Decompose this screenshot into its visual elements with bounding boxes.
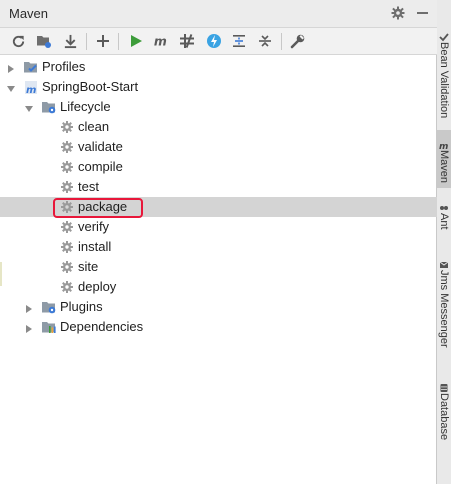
goal-label: verify xyxy=(78,219,110,234)
collapsed-arrow-icon[interactable] xyxy=(6,62,16,73)
right-tool-window-bar: Bean Validation m Maven Ant Jms Messenge… xyxy=(437,0,451,484)
tab-database[interactable]: Database xyxy=(437,375,451,455)
tree-node-label: Dependencies xyxy=(60,319,144,334)
tree-node-label: Profiles xyxy=(42,59,86,74)
ant-icon xyxy=(439,201,449,211)
maven-project-icon: m xyxy=(23,79,39,96)
minimize-icon[interactable] xyxy=(417,12,428,14)
tab-jms-messenger[interactable]: Jms Messenger xyxy=(437,252,451,362)
goal-compile[interactable]: compile xyxy=(0,157,437,177)
goal-label: validate xyxy=(78,139,123,154)
collapsed-arrow-icon[interactable] xyxy=(24,322,34,333)
goal-install[interactable]: install xyxy=(0,237,437,257)
refresh-icon[interactable] xyxy=(10,33,26,49)
profiles-folder-icon xyxy=(23,59,39,75)
tab-label: Database xyxy=(438,393,450,441)
gear-icon xyxy=(59,179,75,195)
tree-node-label: Lifecycle xyxy=(60,99,111,114)
tab-maven[interactable]: m Maven xyxy=(437,130,451,188)
dependencies-folder-icon xyxy=(41,319,57,335)
svg-text:m: m xyxy=(26,85,36,95)
database-icon xyxy=(439,381,449,392)
tree-node-dependencies[interactable]: Dependencies xyxy=(0,317,437,337)
maven-icon: m xyxy=(439,138,449,152)
tool-window-header: Maven xyxy=(0,0,437,28)
generate-sources-icon[interactable] xyxy=(36,33,52,49)
goal-site[interactable]: site xyxy=(0,257,437,277)
gear-icon xyxy=(59,139,75,155)
goal-label: install xyxy=(78,239,112,254)
svg-text:m: m xyxy=(439,142,448,150)
gear-icon xyxy=(59,219,75,235)
offline-icon[interactable] xyxy=(206,33,222,49)
goal-label: deploy xyxy=(78,279,117,294)
tab-ant[interactable]: Ant xyxy=(437,195,451,240)
gear-icon xyxy=(59,159,75,175)
gear-icon xyxy=(59,279,75,295)
collapsed-arrow-icon[interactable] xyxy=(24,302,34,313)
settings-wrench-icon[interactable] xyxy=(290,33,306,49)
gutter-marker xyxy=(0,262,2,286)
tab-label: Bean Validation xyxy=(438,42,450,119)
goal-label: clean xyxy=(78,119,110,134)
maven-toolbar: m xyxy=(0,28,437,55)
skip-tests-icon[interactable] xyxy=(179,33,195,49)
goal-validate[interactable]: validate xyxy=(0,137,437,157)
toolbar-separator xyxy=(118,33,119,50)
download-icon[interactable] xyxy=(62,33,78,49)
jms-messenger-icon xyxy=(439,258,449,268)
goal-verify[interactable]: verify xyxy=(0,217,437,237)
expanded-arrow-icon[interactable] xyxy=(6,82,16,92)
tab-label: Ant xyxy=(438,213,450,230)
toolbar-separator xyxy=(86,33,87,50)
tree-node-label: SpringBoot-Start xyxy=(42,79,139,94)
highlight-annotation xyxy=(53,198,143,218)
add-icon[interactable] xyxy=(95,33,111,49)
tab-label: Jms Messenger xyxy=(438,270,450,348)
bean-validation-icon xyxy=(439,30,449,42)
goal-test[interactable]: test xyxy=(0,177,437,197)
gear-icon xyxy=(59,119,75,135)
tree-node-profiles[interactable]: Profiles xyxy=(0,57,437,77)
goal-label: test xyxy=(78,179,99,194)
plugins-folder-icon xyxy=(41,299,57,315)
goal-label: site xyxy=(78,259,99,274)
gear-icon xyxy=(59,239,75,255)
expand-icon[interactable] xyxy=(257,33,273,49)
gear-icon xyxy=(59,259,75,275)
expanded-arrow-icon[interactable] xyxy=(24,102,34,112)
gear-icon[interactable] xyxy=(390,5,406,21)
tree-node-plugins[interactable]: Plugins xyxy=(0,297,437,317)
collapse-icon[interactable] xyxy=(231,33,247,49)
run-icon[interactable] xyxy=(128,33,144,49)
goal-label: compile xyxy=(78,159,123,174)
tree-node-project[interactable]: m SpringBoot-Start xyxy=(0,77,437,97)
goal-deploy[interactable]: deploy xyxy=(0,277,437,297)
tree-node-label: Plugins xyxy=(60,299,103,314)
tool-window-title: Maven xyxy=(9,6,49,21)
maven-tool-window: Maven m Profiles m SpringBoot-Start Life… xyxy=(0,0,437,484)
tab-bean-validation[interactable]: Bean Validation xyxy=(437,0,451,130)
tab-label: Maven xyxy=(438,150,450,184)
svg-text:m: m xyxy=(154,33,167,48)
toolbar-separator xyxy=(281,33,282,50)
tree-node-lifecycle[interactable]: Lifecycle xyxy=(0,97,437,117)
lifecycle-folder-icon xyxy=(41,99,57,115)
maven-goal-icon[interactable]: m xyxy=(153,33,169,49)
goal-clean[interactable]: clean xyxy=(0,117,437,137)
